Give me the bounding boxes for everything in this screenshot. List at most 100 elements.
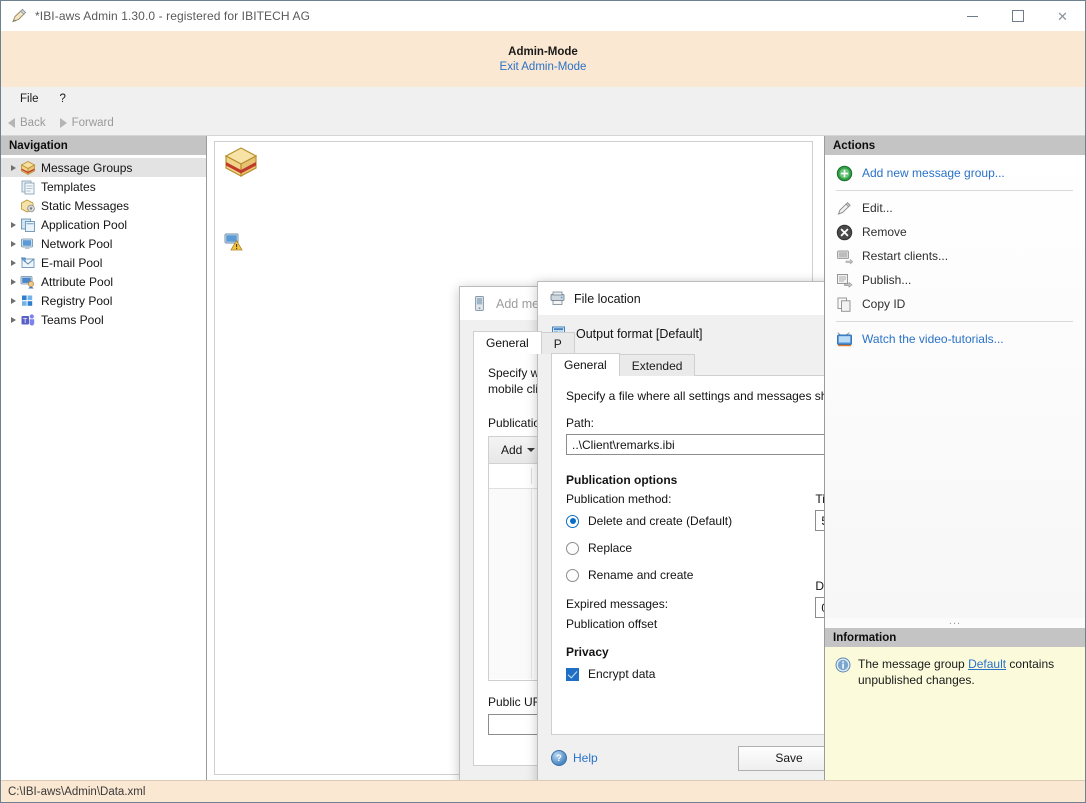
radio-rename-and-create[interactable]: Rename and create [566,564,815,586]
action-label: Edit... [862,201,893,215]
arrow-right-icon [60,118,67,128]
menu-bar: File ? [1,87,1085,111]
sidebar-item-label: Attribute Pool [41,275,113,289]
sidebar-item-label: Teams Pool [41,313,104,327]
tab-publication[interactable]: P [541,332,575,354]
information-panel-header: Information [825,628,1085,647]
menu-item-help[interactable]: ? [51,90,75,108]
title-bar: *IBI-aws Admin 1.30.0 - registered for I… [1,1,1085,31]
tab-extended[interactable]: Extended [619,354,696,376]
action-restart-clients[interactable]: Restart clients... [825,244,1085,268]
sidebar-item-network-pool[interactable]: Network Pool [1,234,206,253]
teams-pool-icon: T [20,312,36,328]
sidebar-item-email-pool[interactable]: E-mail Pool [1,253,206,272]
network-pool-icon [20,236,36,252]
sidebar-item-message-groups[interactable]: Message Groups [1,158,206,177]
actions-panel: Actions Add new message group... [824,136,1085,781]
file-location-footer: ? Help Save Cancel [538,736,824,780]
file-location-dialog: File location ✕ Output format [Default [537,281,824,781]
chevron-right-icon[interactable] [7,222,20,228]
action-label: Remove [862,225,907,239]
days-stepper[interactable] [815,597,824,618]
window-title: *IBI-aws Admin 1.30.0 - registered for I… [35,9,310,23]
menu-item-file[interactable]: File [11,90,48,108]
actions-overflow-handle[interactable]: ... [825,618,1085,628]
action-label: Watch the video-tutorials... [862,332,1004,346]
encrypt-data-label: Encrypt data [588,667,655,681]
path-row: ... [566,434,824,457]
privacy-title: Privacy [566,645,824,659]
exit-admin-mode-link[interactable]: Exit Admin-Mode [500,61,587,73]
chevron-right-icon[interactable] [7,241,20,247]
timeout-input[interactable] [815,510,824,531]
sidebar-item-attribute-pool[interactable]: Attribute Pool [1,272,206,291]
publication-method-column: Publication method: Delete and create (D… [566,492,815,631]
forward-button[interactable]: Forward [60,117,114,129]
sidebar-item-registry-pool[interactable]: Registry Pool [1,291,206,310]
sidebar-item-label: Application Pool [41,218,127,232]
sidebar-item-templates[interactable]: Templates [1,177,206,196]
sidebar-item-application-pool[interactable]: Application Pool [1,215,206,234]
action-add-new-message-group[interactable]: Add new message group... [825,161,1085,185]
days-input[interactable] [815,597,824,618]
maximize-button[interactable] [995,1,1040,31]
radio-replace[interactable]: Replace [566,537,815,559]
file-location-description: Specify a file where all settings and me… [566,389,824,403]
help-icon: ? [551,750,567,766]
application-pool-icon [20,217,36,233]
action-publish[interactable]: Publish... [825,268,1085,292]
sidebar-item-teams-pool[interactable]: T Teams Pool [1,310,206,329]
action-watch-video-tutorials[interactable]: Watch the video-tutorials... [825,327,1085,351]
restart-clients-icon [836,248,853,265]
timeout-label: Timeout (in seconds): [815,492,824,506]
publication-offset-label: Publication offset [566,617,815,631]
action-copy-id[interactable]: Copy ID [825,292,1085,316]
navigation-tree: Message Groups Templates [1,155,206,781]
minimize-button[interactable] [950,1,995,31]
close-button[interactable]: ✕ [1040,1,1085,31]
encrypt-data-checkbox-row[interactable]: Encrypt data [566,663,824,685]
sidebar-item-label: Templates [41,180,96,194]
actions-list: Add new message group... Edit... [825,155,1085,618]
add-dropdown-button[interactable]: Add [501,443,535,457]
message-group-large-icon [223,144,259,180]
publication-method-label: Publication method: [566,492,815,506]
timeout-stepper[interactable] [815,510,824,531]
help-link[interactable]: ? Help [551,750,598,766]
sidebar-item-label: Registry Pool [41,294,112,308]
action-remove[interactable]: Remove [825,220,1085,244]
back-button[interactable]: Back [8,117,46,129]
action-label: Copy ID [862,297,905,311]
actions-separator [836,190,1073,191]
chevron-right-icon[interactable] [7,298,20,304]
pencil-icon [836,200,853,217]
file-location-title: File location [574,292,641,306]
action-label: Publish... [862,273,911,287]
chevron-right-icon[interactable] [7,260,20,266]
file-location-icon [549,290,566,307]
navigation-toolbar: Back Forward [1,111,1085,136]
attribute-pool-icon [20,274,36,290]
client-warning-icon [223,231,243,251]
tab-general[interactable]: General [473,331,542,354]
svg-text:T: T [23,317,28,324]
registry-pool-icon [20,293,36,309]
action-edit[interactable]: Edit... [825,196,1085,220]
mobile-device-icon [471,295,488,312]
save-button[interactable]: Save [738,746,824,771]
sidebar-item-static-messages[interactable]: Static Messages [1,196,206,215]
path-input[interactable] [566,434,824,455]
sidebar-item-label: Static Messages [41,199,129,213]
tab-general[interactable]: General [551,353,620,376]
pencil-app-icon [10,7,28,25]
information-link[interactable]: Default [968,657,1006,671]
chevron-right-icon[interactable] [7,279,20,285]
sidebar-item-label: E-mail Pool [41,256,102,270]
workspace: Navigation Message Groups [1,136,1085,781]
chevron-right-icon[interactable] [7,317,20,323]
static-messages-icon [20,198,36,214]
admin-mode-title: Admin-Mode [508,46,578,58]
add-circle-icon [836,165,853,182]
radio-delete-and-create[interactable]: Delete and create (Default) [566,510,815,532]
chevron-right-icon[interactable] [7,165,20,171]
